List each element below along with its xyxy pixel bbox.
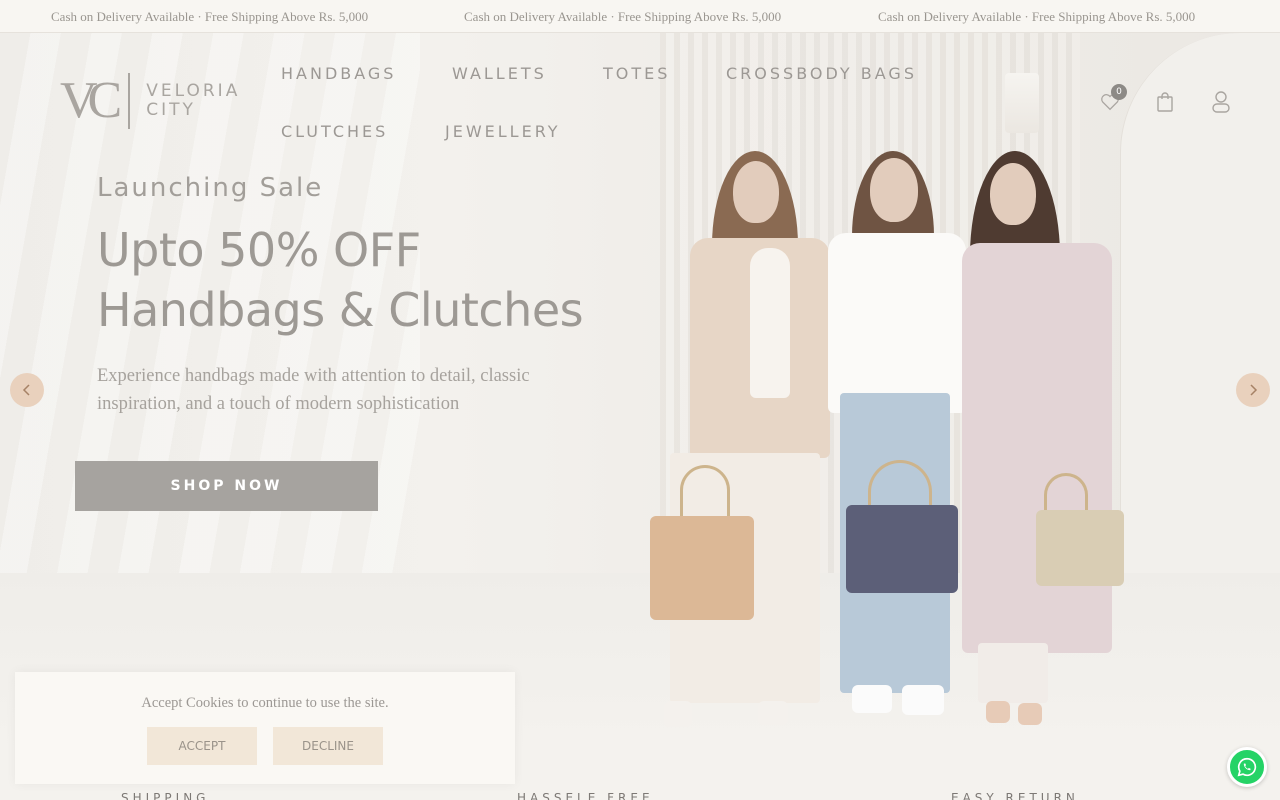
feature-hassle-free: HASSELE FREE bbox=[517, 791, 654, 800]
announcement-text: Cash on Delivery Available · Free Shippi… bbox=[464, 9, 782, 24]
hero-headline: Upto 50% OFF Handbags & Clutches bbox=[97, 220, 584, 340]
whatsapp-icon bbox=[1237, 757, 1257, 777]
nav-item-clutches[interactable]: CLUTCHES bbox=[281, 122, 388, 141]
announcement-bar: Cash on Delivery Available · Free Shippi… bbox=[0, 0, 1280, 33]
wishlist-count-badge: 0 bbox=[1111, 84, 1127, 100]
nav-item-totes[interactable]: TOTES bbox=[603, 64, 670, 83]
user-icon bbox=[1212, 91, 1230, 113]
slider-prev-button[interactable] bbox=[10, 373, 44, 407]
hero-wall-lamp bbox=[1005, 73, 1039, 133]
nav-item-crossbody-bags[interactable]: CROSSBODY BAGS bbox=[726, 64, 917, 83]
bag-product bbox=[846, 505, 958, 593]
whatsapp-chat-button[interactable] bbox=[1227, 747, 1267, 787]
account-button[interactable] bbox=[1208, 89, 1234, 115]
feature-shipping: SHIPPING bbox=[121, 791, 210, 800]
nav-item-jewellery[interactable]: JEWELLERY bbox=[445, 122, 561, 141]
cart-button[interactable] bbox=[1152, 89, 1178, 115]
chevron-left-icon bbox=[22, 384, 30, 396]
nav-item-handbags[interactable]: HANDBAGS bbox=[281, 64, 396, 83]
hero-subtext: Experience handbags made with attention … bbox=[97, 366, 530, 414]
bag-product bbox=[1036, 510, 1124, 586]
logo-wordmark: VELORIA CITY bbox=[146, 82, 240, 120]
feature-easy-return: EASY RETURN bbox=[951, 791, 1079, 800]
hero-arch bbox=[1120, 33, 1280, 593]
cookie-accept-button[interactable]: ACCEPT bbox=[147, 727, 257, 765]
logo-divider bbox=[128, 73, 131, 129]
logo-line: CITY bbox=[146, 100, 196, 120]
slider-next-button[interactable] bbox=[1236, 373, 1270, 407]
shopping-bag-icon bbox=[1157, 92, 1173, 112]
logo-mark: VC bbox=[60, 72, 122, 129]
chevron-right-icon bbox=[1250, 384, 1258, 396]
cookie-message: Accept Cookies to continue to use the si… bbox=[141, 695, 389, 711]
cookie-banner: Accept Cookies to continue to use the si… bbox=[15, 672, 515, 784]
hero-headline-line: Handbags & Clutches bbox=[97, 283, 584, 337]
hero-banner: Launching Sale Upto 50% OFF Handbags & C… bbox=[0, 33, 1280, 747]
hero-eyebrow: Launching Sale bbox=[97, 173, 324, 203]
announcement-text: Cash on Delivery Available · Free Shippi… bbox=[51, 9, 369, 24]
hero-headline-line: Upto 50% OFF bbox=[97, 223, 421, 277]
cookie-decline-button[interactable]: DECLINE bbox=[273, 727, 383, 765]
nav-item-wallets[interactable]: WALLETS bbox=[452, 64, 547, 83]
announcement-text: Cash on Delivery Available · Free Shippi… bbox=[878, 9, 1196, 24]
site-logo[interactable]: VC VELORIA CITY bbox=[60, 73, 240, 129]
logo-line: VELORIA bbox=[146, 81, 241, 101]
bag-product bbox=[650, 516, 754, 620]
shop-now-button[interactable]: SHOP NOW bbox=[75, 461, 378, 511]
